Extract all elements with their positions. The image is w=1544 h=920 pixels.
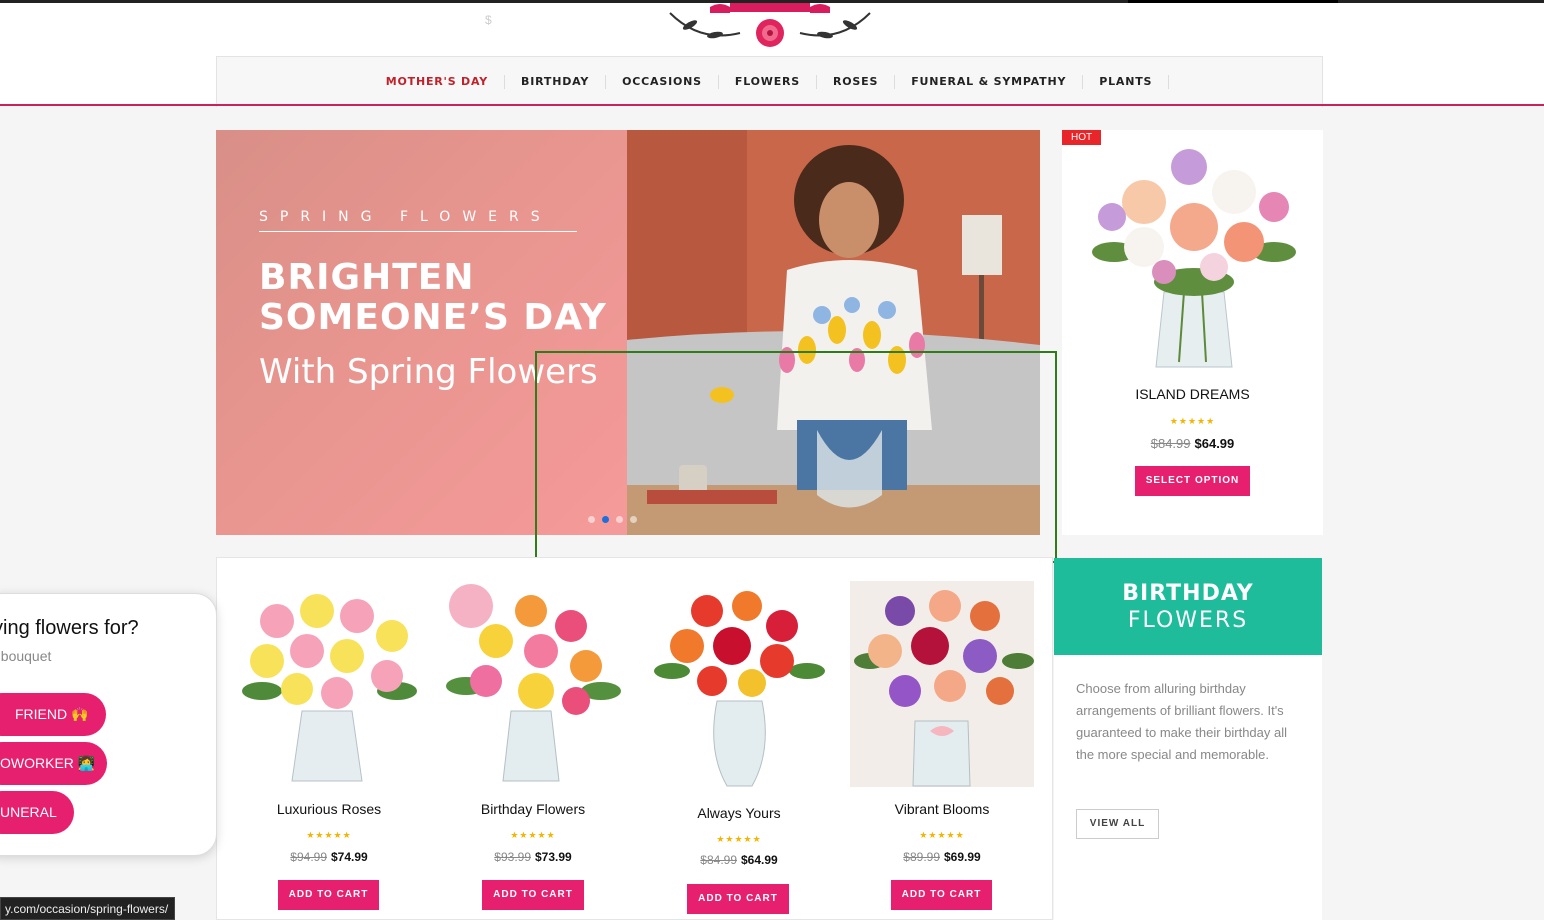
price: $89.99 $69.99 bbox=[850, 850, 1034, 864]
product-card[interactable]: Always Yours ★★★★★ $84.99 $64.99 ADD TO C… bbox=[647, 558, 847, 920]
product-card[interactable]: Birthday Flowers ★★★★★ $93.99 $73.99 ADD … bbox=[441, 558, 641, 920]
product-image[interactable] bbox=[441, 581, 625, 787]
product-image[interactable] bbox=[850, 581, 1034, 787]
island-dreams-image[interactable] bbox=[1084, 132, 1302, 374]
add-to-cart-button[interactable]: ADD TO CART bbox=[687, 884, 789, 914]
header-divider bbox=[0, 104, 1544, 106]
site-logo[interactable] bbox=[660, 3, 880, 53]
main-nav: MOTHER'S DAY BIRTHDAY OCCASIONS FLOWERS … bbox=[216, 56, 1323, 107]
product-card[interactable]: Vibrant Blooms ★★★★★ $89.99 $69.99 ADD TO… bbox=[850, 558, 1050, 920]
new-price: $74.99 bbox=[331, 850, 368, 864]
product-name[interactable]: ISLAND DREAMS bbox=[1062, 386, 1323, 402]
new-price: $69.99 bbox=[944, 850, 981, 864]
birthday-title-2: FLOWERS bbox=[1127, 608, 1249, 633]
add-to-cart-button[interactable]: ADD TO CART bbox=[482, 880, 584, 910]
rating-stars: ★★★★★ bbox=[306, 830, 352, 840]
site-header: $ MOTHER'S DAY BIRTHDAY OCCASIONS FLOWER… bbox=[0, 3, 1544, 107]
old-price: $89.99 bbox=[903, 850, 940, 864]
old-price: $84.99 bbox=[700, 853, 737, 867]
rating-stars: ★★★★★ bbox=[919, 830, 965, 840]
nav-mothers-day[interactable]: MOTHER'S DAY bbox=[370, 75, 506, 89]
product-name[interactable]: Always Yours bbox=[647, 805, 831, 821]
rating-stars: ★★★★★ bbox=[716, 834, 762, 844]
hero-headline: BRIGHTEN SOMEONE’S DAY bbox=[259, 258, 607, 338]
popup-title: ying flowers for? bbox=[0, 617, 139, 639]
old-price: $84.99 bbox=[1150, 436, 1191, 451]
rating-stars: ★★★★★ bbox=[1169, 416, 1216, 426]
add-to-cart-button[interactable]: ADD TO CART bbox=[891, 880, 992, 910]
new-price: $64.99 bbox=[1194, 436, 1235, 451]
birthday-header: BIRTHDAY FLOWERS bbox=[1054, 558, 1322, 655]
funeral-button[interactable]: UNERAL bbox=[0, 791, 74, 834]
friend-button[interactable]: FRIEND 🙌 bbox=[0, 693, 106, 736]
rating-stars: ★★★★★ bbox=[510, 830, 556, 840]
nav-occasions[interactable]: OCCASIONS bbox=[606, 75, 719, 89]
nav-birthday[interactable]: BIRTHDAY bbox=[505, 75, 607, 89]
status-bar-url: y.com/occasion/spring-flowers/ bbox=[0, 897, 176, 920]
price: $84.99 $64.99 bbox=[1062, 436, 1323, 451]
hero-headline-line-2: SOMEONE’S DAY bbox=[259, 297, 607, 338]
product-name[interactable]: Luxurious Roses bbox=[237, 801, 421, 817]
product-card[interactable]: Luxurious Roses ★★★★★ $94.99 $74.99 ADD T… bbox=[237, 558, 437, 920]
add-to-cart-button[interactable]: ADD TO CART bbox=[278, 880, 379, 910]
new-price: $73.99 bbox=[535, 850, 572, 864]
nav-flowers[interactable]: FLOWERS bbox=[719, 75, 817, 89]
hero-kicker: SPRING FLOWERS bbox=[259, 209, 552, 225]
popup-subtitle: t bouquet bbox=[0, 648, 52, 664]
price: $94.99 $74.99 bbox=[237, 850, 421, 864]
select-option-button[interactable]: SELECT OPTION bbox=[1135, 466, 1250, 496]
hot-badge: HOT bbox=[1062, 130, 1102, 145]
price: $93.99 $73.99 bbox=[441, 850, 625, 864]
selection-highlight-box bbox=[535, 351, 1057, 563]
product-image[interactable] bbox=[237, 581, 421, 787]
old-price: $93.99 bbox=[494, 850, 531, 864]
coworker-button[interactable]: OWORKER 👩‍💻 bbox=[0, 742, 107, 785]
nav-plants[interactable]: PLANTS bbox=[1083, 75, 1170, 89]
featured-product-card[interactable]: HOT ISLAND DREAMS ★★★★★ $84.99 $64.99 SEL… bbox=[1062, 130, 1323, 535]
birthday-promo: BIRTHDAY FLOWERS Choose from alluring bi… bbox=[1054, 558, 1322, 920]
old-price: $94.99 bbox=[290, 850, 327, 864]
hero-headline-line-1: BRIGHTEN bbox=[259, 257, 475, 298]
product-grid: Luxurious Roses ★★★★★ $94.99 $74.99 ADD T… bbox=[216, 557, 1053, 920]
view-all-button[interactable]: VIEW ALL bbox=[1076, 809, 1159, 839]
hero-kicker-line bbox=[259, 231, 577, 232]
nav-funeral-sympathy[interactable]: FUNERAL & SYMPATHY bbox=[895, 75, 1084, 89]
price: $84.99 $64.99 bbox=[647, 853, 831, 867]
gift-recipient-popup: ying flowers for? t bouquet FRIEND 🙌 OWO… bbox=[0, 593, 217, 856]
nav-roses[interactable]: ROSES bbox=[817, 75, 896, 89]
product-name[interactable]: Birthday Flowers bbox=[441, 801, 625, 817]
birthday-description: Choose from alluring birthday arrangemen… bbox=[1076, 681, 1288, 762]
birthday-title-1: BIRTHDAY bbox=[1122, 581, 1254, 606]
product-name[interactable]: Vibrant Blooms bbox=[850, 801, 1034, 817]
currency-symbol: $ bbox=[485, 13, 492, 27]
new-price: $64.99 bbox=[741, 853, 778, 867]
product-image[interactable] bbox=[647, 581, 831, 787]
